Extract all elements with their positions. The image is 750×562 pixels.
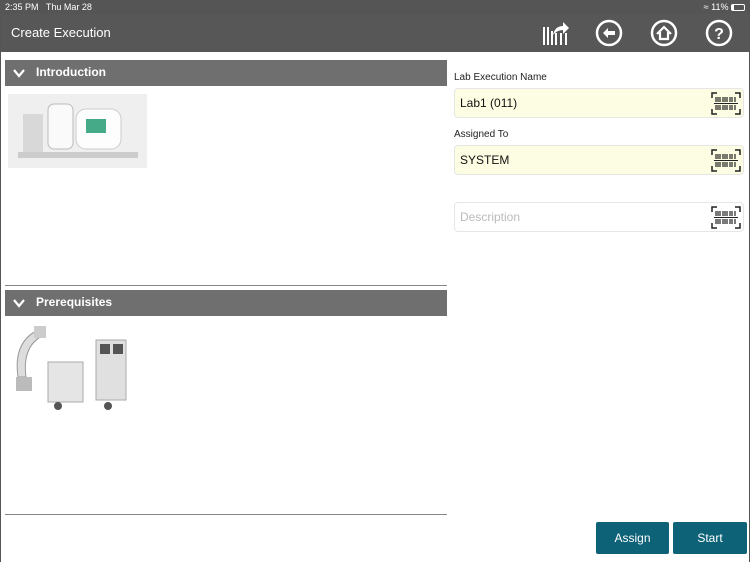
status-time: 2:35 PM <box>5 2 39 12</box>
medical-equipment-image <box>8 94 147 168</box>
status-right: ≈ 11% <box>704 2 745 12</box>
section-prerequisites[interactable]: Prerequisites <box>5 290 447 316</box>
divider <box>5 514 447 515</box>
barcode-scan-icon[interactable] <box>711 206 741 229</box>
chevron-down-icon <box>13 69 25 78</box>
section-title: Introduction <box>36 65 106 79</box>
start-button[interactable]: Start <box>673 522 747 554</box>
barcode-scan-icon[interactable] <box>711 92 741 115</box>
section-introduction[interactable]: Introduction <box>5 60 447 86</box>
assigned-to-value: SYSTEM <box>460 153 510 167</box>
divider <box>5 285 447 286</box>
description-placeholder: Description <box>460 210 521 224</box>
c-arm-equipment-image <box>16 326 127 410</box>
battery-icon <box>731 4 745 12</box>
assigned-to-input[interactable]: SYSTEM <box>454 145 744 175</box>
back-arrow-icon[interactable] <box>595 19 623 47</box>
home-icon[interactable] <box>650 19 678 47</box>
battery-percent: 11% <box>711 2 729 12</box>
lab-name-value: Lab1 (011) <box>460 96 518 110</box>
svg-text:?: ? <box>714 26 724 43</box>
lab-name-label: Lab Execution Name <box>454 72 547 83</box>
barcode-scan-icon[interactable] <box>711 149 741 172</box>
description-input[interactable]: Description <box>454 202 744 232</box>
status-date: Thu Mar 28 <box>45 2 92 12</box>
header: Create Execution ? <box>1 14 750 52</box>
page-title: Create Execution <box>11 25 111 40</box>
lab-name-input[interactable]: Lab1 (011) <box>454 88 744 118</box>
status-bar: 2:35 PM Thu Mar 28 ≈ 11% <box>1 0 750 14</box>
barcode-share-icon[interactable] <box>541 19 569 47</box>
assigned-to-label: Assigned To <box>454 129 509 140</box>
chevron-down-icon <box>13 299 25 308</box>
assign-button[interactable]: Assign <box>596 522 669 554</box>
section-title: Prerequisites <box>36 295 113 309</box>
help-icon[interactable]: ? <box>705 19 733 47</box>
